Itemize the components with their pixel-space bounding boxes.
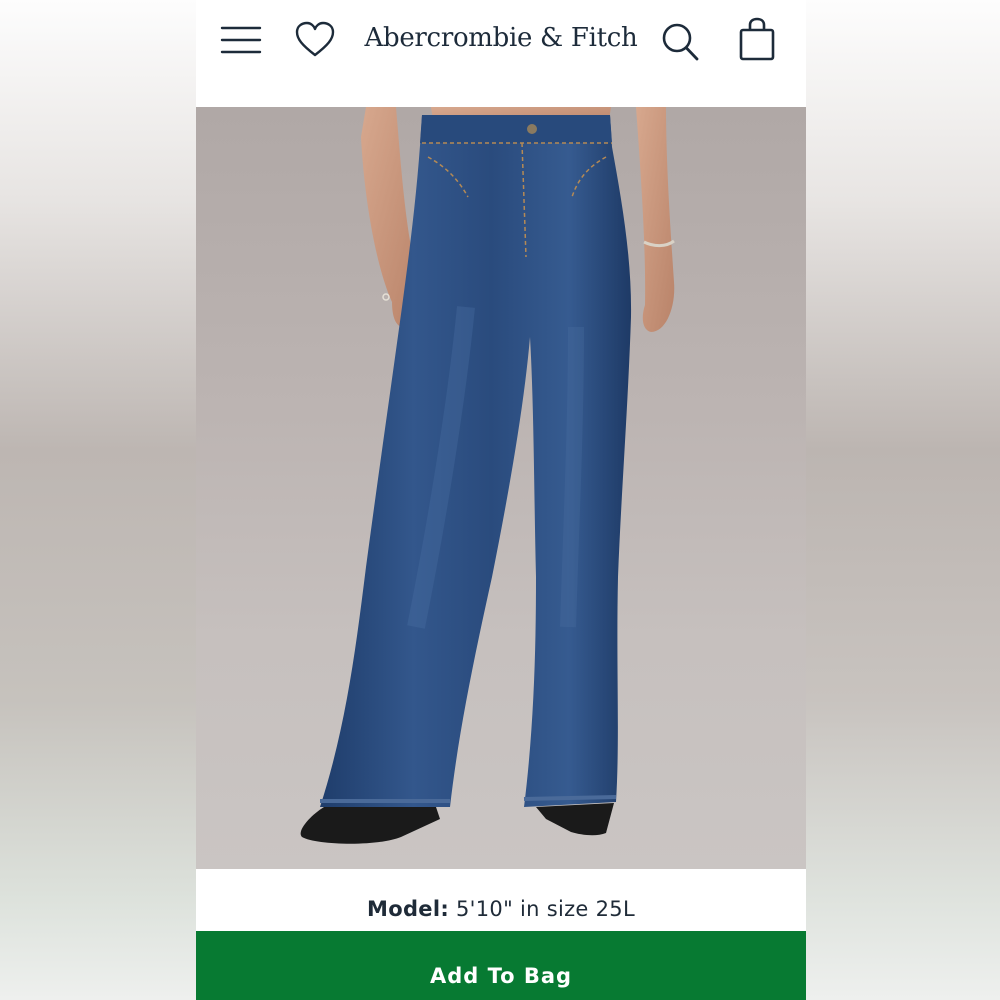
shopping-bag-icon[interactable] xyxy=(737,16,777,62)
product-photo-jeans[interactable] xyxy=(196,107,806,869)
model-size-info: Model: 5'10" in size 25L xyxy=(196,869,806,931)
model-label: Model: xyxy=(367,897,450,921)
blurred-background-right xyxy=(806,0,1000,1000)
add-to-bag-button[interactable]: Add To Bag xyxy=(196,931,806,1000)
top-header: Abercrombie & Fitch xyxy=(196,0,806,107)
menu-icon[interactable] xyxy=(220,22,262,58)
mobile-screen: Abercrombie & Fitch Model: 5'10" in size… xyxy=(196,0,806,1000)
search-icon[interactable] xyxy=(660,20,700,62)
heart-icon[interactable] xyxy=(294,20,336,60)
brand-logo[interactable]: Abercrombie & Fitch xyxy=(346,16,656,60)
model-size-value: 5'10" in size 25L xyxy=(456,897,635,921)
blurred-background-left xyxy=(0,0,196,1000)
